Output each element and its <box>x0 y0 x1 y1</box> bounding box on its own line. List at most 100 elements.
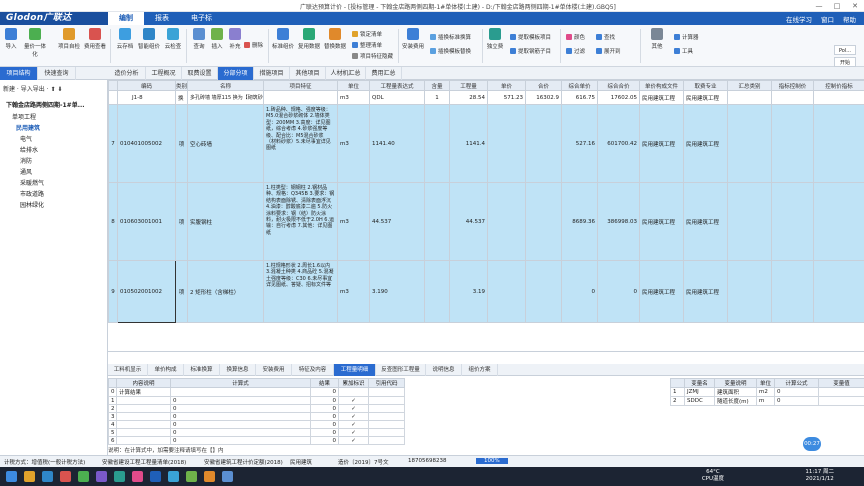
tree-project-root[interactable]: 下翰金店路两侧四期-1#单... <box>6 100 85 109</box>
tree-item-ventilation[interactable]: 通风 <box>20 167 32 176</box>
table-row[interactable]: 4 0 0 ✓ <box>108 420 405 429</box>
col-index-price[interactable]: 指标控制价 <box>771 80 814 91</box>
tree-item-fire[interactable]: 消防 <box>20 156 32 165</box>
other-button[interactable]: 其他 <box>646 25 668 50</box>
taskbar-app-icon[interactable] <box>186 471 197 482</box>
cell-expr[interactable]: 44.537 <box>369 182 425 261</box>
table-row[interactable]: 1 0 0 ✓ <box>108 396 405 405</box>
col-code[interactable]: 编码 <box>117 80 176 91</box>
tab-fee-summary[interactable]: 费用汇总 <box>366 67 402 80</box>
cell-expr[interactable]: QDL <box>369 90 425 105</box>
menu-report[interactable]: 报表 <box>144 12 180 25</box>
filter-button[interactable]: 过滤 <box>566 47 585 55</box>
col-unit-price[interactable]: 综合单价 <box>561 80 598 91</box>
col-unit-total[interactable]: 综合合价 <box>597 80 640 91</box>
col-qty[interactable]: 工程量 <box>449 80 488 91</box>
extract-rebar-button[interactable]: 提取钢筋子目 <box>510 47 551 55</box>
tab-install-fee[interactable]: 安装费用 <box>256 364 292 376</box>
table-row[interactable]: 1 JZMJ 建筑面积 m2 0 <box>670 387 864 397</box>
window-menu[interactable]: 窗口 <box>821 14 834 24</box>
tab-reverse-lookup[interactable]: 反查图形工程量 <box>376 364 426 376</box>
organize-list-button[interactable]: 整理清单 <box>352 41 382 49</box>
view-fee-button[interactable]: 费用查看 <box>84 25 106 50</box>
tab-project-overview[interactable]: 工程概况 <box>146 67 182 80</box>
table-row[interactable]: 7 010401005002 项 空心砖墙 1.砖品种、规格、强度等级：M5.0… <box>108 104 864 183</box>
cell-feature[interactable]: 1.砖品种、规格、强度等级：M5.0混合砂浆砌体 2.墙体类型：200MM 3.… <box>263 104 338 183</box>
accumulate-checkbox[interactable]: ✓ <box>338 412 369 421</box>
lock-list-button[interactable]: 锁定清单 <box>352 30 382 38</box>
cell-file[interactable]: 民用建筑工程 <box>639 182 684 261</box>
tab-labor-material[interactable]: 人材机汇总 <box>326 67 366 80</box>
cell-name[interactable]: 多孔砖墙 墙厚115 换为【砌筑砂浆M5】 <box>187 90 264 105</box>
accumulate-checkbox[interactable]: ✓ <box>338 404 369 413</box>
table-row[interactable]: 3 0 0 ✓ <box>108 412 405 421</box>
taskbar-app-icon[interactable] <box>78 471 89 482</box>
maximize-button[interactable]: □ <box>828 0 846 12</box>
col-type[interactable]: 类别 <box>175 80 188 91</box>
tree-toolbar[interactable]: 新建 · 导入导出 · ⬆ ⬇ <box>3 84 62 93</box>
col-file[interactable]: 单价构成文件 <box>639 80 684 91</box>
cell-code[interactable]: 010502001002 <box>117 260 176 323</box>
install-fee-button[interactable]: 安装费用 <box>402 25 424 50</box>
tab-quantity-detail[interactable]: 工程量明细 <box>334 364 376 376</box>
import-button[interactable]: 导入 <box>0 25 22 50</box>
expand-to-button[interactable]: 展开到 <box>596 47 621 55</box>
menu-etender[interactable]: 电子标 <box>180 12 223 25</box>
calculator-button[interactable]: 计算器 <box>674 33 699 41</box>
cloud-check-button[interactable]: 云检查 <box>162 25 184 50</box>
accumulate-checkbox[interactable]: ✓ <box>338 396 369 405</box>
tab-fee-settings[interactable]: 取费设置 <box>182 67 218 80</box>
extract-template-button[interactable]: 提取模板项目 <box>510 33 551 41</box>
cell-spec[interactable]: 民用建筑工程 <box>683 260 728 323</box>
taskbar-app-icon[interactable] <box>114 471 125 482</box>
tab-quick-query[interactable]: 快速查询 <box>38 67 76 80</box>
quantity-price-button[interactable]: 量价一体化 <box>24 25 46 58</box>
col-content-desc[interactable]: 内容说明 <box>116 378 171 388</box>
system-clock[interactable]: 11:17 周二 2021/1/12 <box>805 469 834 483</box>
cloud-archive-button[interactable]: 云存档 <box>114 25 136 50</box>
col-var-unit[interactable]: 单位 <box>756 378 775 388</box>
help-menu[interactable]: 帮助 <box>843 14 856 24</box>
tree-item-road[interactable]: 市政道路 <box>20 189 44 198</box>
standard-conversion-button[interactable]: 插换标准换算 <box>430 33 471 41</box>
col-accumulate[interactable]: 累加标识 <box>338 378 369 388</box>
side-pol-button[interactable]: Pol... <box>834 45 856 55</box>
color-button[interactable]: 颜色 <box>566 33 585 41</box>
delete-button[interactable]: 删除 <box>244 41 263 49</box>
tab-unit-composition[interactable]: 单价构成 <box>148 364 184 376</box>
tree-item-landscape[interactable]: 园林绿化 <box>20 200 44 209</box>
online-learning-link[interactable]: 在线学习 <box>786 14 812 24</box>
cell-feature[interactable]: 1.柱类型：钢钢柱 2.钢材品种、规格：Q345B 3.要求：钢结构表面除锈、清… <box>263 182 338 261</box>
template-replace-button[interactable]: 插换模板替换 <box>430 47 471 55</box>
cell-spec[interactable]: 民用建筑工程 <box>683 90 728 105</box>
col-spec[interactable]: 取费专业 <box>683 80 728 91</box>
reuse-data-button[interactable]: 复用数据 <box>298 25 320 50</box>
col-var-desc[interactable]: 变量说明 <box>714 378 757 388</box>
col-name[interactable]: 名称 <box>187 80 264 91</box>
accumulate-checkbox[interactable]: ✓ <box>338 428 369 437</box>
tree-single-project[interactable]: 单项工程 <box>12 112 36 121</box>
col-unit[interactable]: 单位 <box>337 80 370 91</box>
col-var-formula[interactable]: 计算公式 <box>774 378 819 388</box>
tree-item-heating[interactable]: 采暖燃气 <box>20 178 44 187</box>
col-result[interactable]: 结果 <box>310 378 339 388</box>
tab-sub-items[interactable]: 分部分项 <box>218 67 254 80</box>
tab-standard-conversion[interactable]: 标准换算 <box>184 364 220 376</box>
cell-code[interactable]: 010401005002 <box>117 104 176 183</box>
find-button[interactable]: 查找 <box>596 33 615 41</box>
start-button[interactable]: 开始 <box>834 57 856 67</box>
cell-expr[interactable]: 3.190 <box>369 260 425 323</box>
tab-description[interactable]: 说明信息 <box>426 364 462 376</box>
cell-name[interactable]: 2 矩形柱（含梯柱） <box>187 260 264 323</box>
cell-name[interactable]: 空心砖墙 <box>187 104 264 183</box>
smart-pricing-button[interactable]: 智能组价 <box>138 25 160 50</box>
cell-file[interactable]: 民用建筑工程 <box>639 104 684 183</box>
cell-spec[interactable]: 民用建筑工程 <box>683 104 728 183</box>
col-expr[interactable]: 工程量表达式 <box>369 80 425 91</box>
table-row[interactable]: 8 010603001001 项 实腹钢柱 1.柱类型：钢钢柱 2.钢材品种、规… <box>108 182 864 261</box>
col-content[interactable]: 含量 <box>424 80 450 91</box>
taskbar-app-icon[interactable] <box>24 471 35 482</box>
cell-content[interactable]: 1 <box>424 90 450 105</box>
tools-button[interactable]: 工具 <box>674 47 693 55</box>
col-var-value[interactable]: 变量值 <box>818 378 864 388</box>
